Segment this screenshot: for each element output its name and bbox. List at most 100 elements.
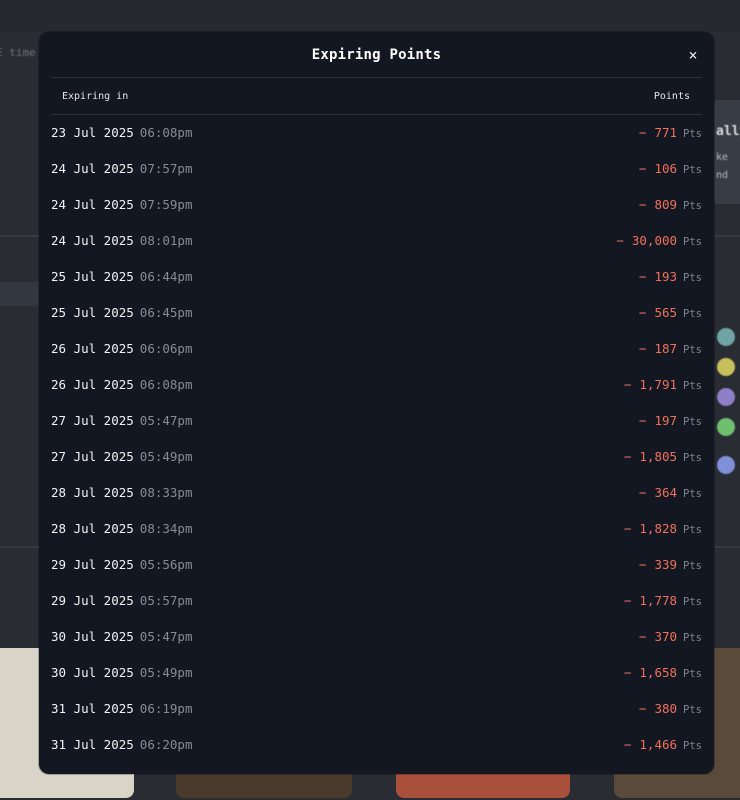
points-value: 187: [654, 340, 678, 356]
expiry-date: 24 Jul 2025: [51, 160, 134, 176]
expiry-time: 06:45pm: [139, 304, 193, 320]
points-amount: −1,658 Pts: [624, 665, 702, 680]
table-row: 24 Jul 2025 08:01pm −30,000 Pts: [51, 222, 702, 258]
expiry-date: 27 Jul 2025: [51, 448, 134, 464]
expiry-date: 31 Jul 2025: [51, 736, 134, 752]
expiry-datetime: 31 Jul 2025 06:20pm: [51, 737, 192, 752]
expiry-datetime: 27 Jul 2025 05:49pm: [51, 449, 192, 464]
expiry-datetime: 31 Jul 2025 06:19pm: [51, 701, 192, 716]
minus-sign: −: [638, 196, 647, 212]
points-unit: Pts: [683, 343, 702, 356]
expiring-points-modal: Expiring Points × Expiring in Points 23 …: [39, 32, 714, 774]
expiry-date: 25 Jul 2025: [51, 304, 134, 320]
points-amount: −106 Pts: [639, 161, 702, 176]
expiry-date: 25 Jul 2025: [51, 268, 134, 284]
points-value: 1,778: [639, 592, 678, 608]
expiry-date: 28 Jul 2025: [51, 520, 134, 536]
points-amount: −1,828 Pts: [624, 521, 702, 536]
points-list[interactable]: 23 Jul 2025 06:08pm −771 Pts 24 Jul 2025 07:5…: [51, 114, 702, 762]
modal-header: Expiring Points ×: [39, 32, 714, 77]
minus-sign: −: [638, 268, 647, 284]
points-unit: Pts: [683, 595, 702, 608]
backdrop-right-text: ke: [716, 152, 729, 163]
points-unit: Pts: [683, 631, 702, 644]
expiry-datetime: 29 Jul 2025 05:56pm: [51, 557, 192, 572]
expiry-date: 24 Jul 2025: [51, 196, 134, 212]
table-row: 25 Jul 2025 06:44pm −193 Pts: [51, 258, 702, 294]
backdrop-dot: [717, 328, 735, 346]
table-row: 26 Jul 2025 06:06pm −187 Pts: [51, 330, 702, 366]
table-row: 27 Jul 2025 05:49pm −1,805 Pts: [51, 438, 702, 474]
points-amount: −193 Pts: [639, 269, 702, 284]
table-row: 29 Jul 2025 05:57pm −1,778 Pts: [51, 582, 702, 618]
expiry-time: 05:47pm: [139, 412, 193, 428]
minus-sign: −: [638, 484, 647, 500]
points-unit: Pts: [683, 487, 702, 500]
minus-sign: −: [638, 124, 647, 140]
points-unit: Pts: [683, 703, 702, 716]
points-value: 197: [654, 412, 678, 428]
points-amount: −809 Pts: [639, 197, 702, 212]
points-value: 565: [654, 304, 678, 320]
expiry-time: 08:33pm: [139, 484, 193, 500]
points-unit: Pts: [683, 163, 702, 176]
expiry-time: 05:47pm: [139, 628, 193, 644]
expiry-date: 30 Jul 2025: [51, 628, 134, 644]
points-amount: −771 Pts: [639, 125, 702, 140]
points-value: 193: [654, 268, 678, 284]
expiry-datetime: 30 Jul 2025 05:49pm: [51, 665, 192, 680]
backdrop-right-text: nd: [716, 170, 729, 181]
expiry-time: 06:20pm: [139, 736, 193, 752]
expiry-date: 29 Jul 2025: [51, 592, 134, 608]
expiry-time: 07:57pm: [139, 160, 193, 176]
points-value: 1,658: [639, 664, 678, 680]
points-value: 1,791: [639, 376, 678, 392]
expiry-time: 06:44pm: [139, 268, 193, 284]
backdrop-left-text: E time: [0, 46, 36, 59]
minus-sign: −: [638, 412, 647, 428]
expiry-time: 08:01pm: [139, 232, 193, 248]
minus-sign: −: [638, 304, 647, 320]
table-row: 23 Jul 2025 06:08pm −771 Pts: [51, 114, 702, 150]
minus-sign: −: [623, 448, 632, 464]
expiry-datetime: 26 Jul 2025 06:08pm: [51, 377, 192, 392]
modal-title: Expiring Points: [311, 46, 442, 63]
backdrop-dot: [717, 388, 735, 406]
points-value: 771: [654, 124, 678, 140]
points-value: 1,805: [639, 448, 678, 464]
points-unit: Pts: [683, 739, 702, 752]
table-row: 27 Jul 2025 05:47pm −197 Pts: [51, 402, 702, 438]
expiry-datetime: 24 Jul 2025 07:57pm: [51, 161, 192, 176]
points-unit: Pts: [683, 559, 702, 572]
backdrop-left-bar: [0, 282, 40, 306]
points-value: 1,828: [639, 520, 678, 536]
expiry-date: 26 Jul 2025: [51, 376, 134, 392]
minus-sign: −: [623, 736, 632, 752]
points-value: 380: [654, 700, 678, 716]
backdrop-dot: [717, 358, 735, 376]
minus-sign: −: [638, 340, 647, 356]
points-value: 1,466: [639, 736, 678, 752]
expiry-date: 24 Jul 2025: [51, 232, 134, 248]
points-amount: −187 Pts: [639, 341, 702, 356]
points-amount: −1,778 Pts: [624, 593, 702, 608]
points-unit: Pts: [683, 307, 702, 320]
column-header-expiring: Expiring in: [62, 90, 129, 102]
expiry-time: 05:49pm: [139, 448, 193, 464]
table-row: 25 Jul 2025 06:45pm −565 Pts: [51, 294, 702, 330]
expiry-datetime: 25 Jul 2025 06:45pm: [51, 305, 192, 320]
points-unit: Pts: [683, 415, 702, 428]
expiry-date: 26 Jul 2025: [51, 340, 134, 356]
points-amount: −1,805 Pts: [624, 449, 702, 464]
expiry-time: 05:57pm: [139, 592, 193, 608]
minus-sign: −: [616, 232, 624, 248]
points-value: 370: [654, 628, 678, 644]
column-header-points: Points: [653, 90, 690, 102]
expiry-datetime: 24 Jul 2025 08:01pm: [51, 233, 192, 248]
points-amount: −30,000 Pts: [616, 233, 702, 248]
close-icon[interactable]: ×: [682, 44, 704, 66]
minus-sign: −: [638, 160, 647, 176]
expiry-datetime: 25 Jul 2025 06:44pm: [51, 269, 192, 284]
minus-sign: −: [623, 592, 632, 608]
backdrop-right-text: ally: [716, 124, 740, 139]
